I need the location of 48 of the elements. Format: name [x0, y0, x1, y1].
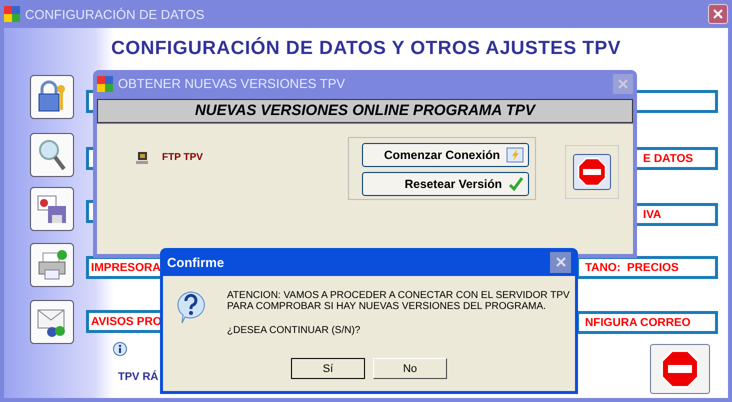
stop-button[interactable]: [573, 154, 611, 190]
search-icon: [37, 138, 67, 172]
header-bar: NUEVAS VERSIONES ONLINE PROGRAMA TPV: [97, 99, 633, 123]
message-text: ATENCION: VAMOS A PROCEDER A CONECTAR CON EL SERVIDOR TPV PARA COMPROBAR SI HAY NUEVAS VERSIONES DEL PROGRAMA.: [227, 290, 570, 312]
close-icon: [556, 257, 566, 267]
stop-sign-icon: [577, 157, 607, 187]
dialog-title: Confirme: [167, 254, 224, 270]
card-floppy-icon: [36, 193, 68, 225]
info-icon: [112, 342, 128, 358]
heading: CONFIGURACIÓN DE DATOS Y OTROS AJUSTES TPV: [110, 38, 622, 60]
option-label: IVA: [643, 208, 662, 220]
option-label: E DATOS: [643, 152, 694, 164]
close-button[interactable]: [550, 252, 571, 272]
option-label: IMPRESORA: [91, 262, 161, 274]
question-text: ¿DESEA CONTINUAR (S/N)?: [227, 325, 362, 336]
printer-button[interactable]: [30, 243, 74, 287]
printer-icon: [36, 249, 68, 281]
dialog-button[interactable]: No: [373, 358, 447, 379]
window-title: CONFIGURACIÓN DE DATOS: [25, 6, 204, 22]
connect-button[interactable]: Comenzar Conexión: [362, 143, 529, 167]
window-title: OBTENER NUEVAS VERSIONES TPV: [118, 76, 346, 91]
mail-button[interactable]: [30, 300, 74, 344]
save-button[interactable]: [30, 187, 74, 231]
check-icon: [508, 176, 524, 192]
puzzle-icon: [97, 76, 113, 92]
ftp-label: FTP TPV: [162, 152, 203, 163]
question-icon: [175, 290, 207, 324]
stop-sign-icon: [660, 349, 700, 389]
option-box[interactable]: [634, 90, 718, 113]
search-button[interactable]: [30, 133, 74, 177]
option-label: NFIGURA CORREO: [585, 316, 691, 328]
dialog-button[interactable]: Sí: [291, 358, 365, 379]
option-box[interactable]: IVA: [634, 203, 718, 226]
info-label: TPV RÁ: [118, 371, 158, 383]
lightning-icon: [506, 147, 524, 163]
close-icon: [713, 9, 723, 19]
reset-button[interactable]: Resetear Versión: [362, 172, 529, 196]
option-label: TANO: PRECIOS: [585, 262, 679, 274]
option-box[interactable]: TANO: PRECIOS: [576, 256, 718, 279]
close-icon: [618, 78, 628, 88]
lock-button[interactable]: [30, 75, 74, 119]
option-box[interactable]: E DATOS: [634, 147, 718, 170]
option-box[interactable]: NFIGURA CORREO: [576, 311, 718, 334]
computer-icon: [135, 151, 149, 165]
lock-key-icon: [37, 80, 67, 114]
close-button[interactable]: [708, 4, 728, 24]
puzzle-icon: [4, 6, 20, 22]
stop-button[interactable]: [650, 344, 710, 394]
